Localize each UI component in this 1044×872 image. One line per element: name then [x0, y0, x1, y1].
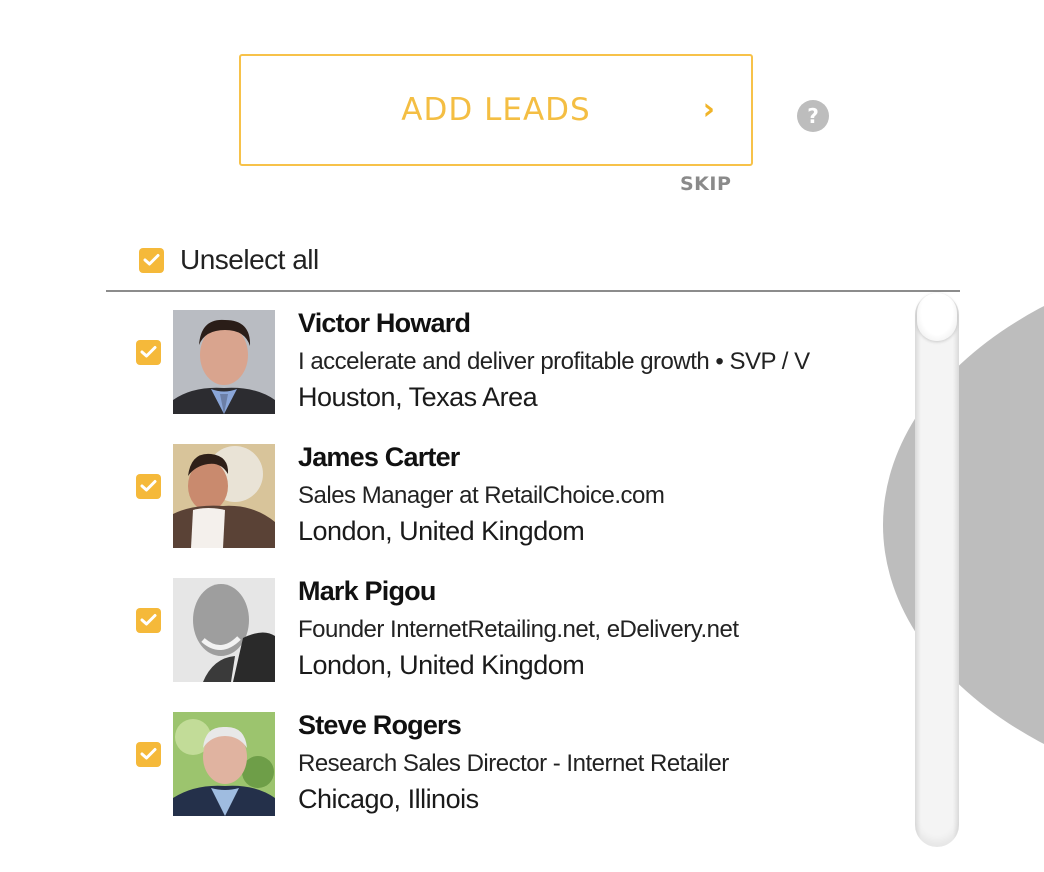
lead-checkbox[interactable] — [136, 608, 161, 633]
lead-checkbox[interactable] — [136, 474, 161, 499]
check-icon — [140, 346, 157, 358]
lead-headline: Sales Manager at RetailChoice.com — [298, 482, 665, 509]
lead-location: Chicago, Illinois — [298, 784, 479, 814]
lead-headline: I accelerate and deliver profitable grow… — [298, 348, 810, 375]
lead-item: Mark Pigou Founder InternetRetailing.net… — [106, 560, 906, 682]
check-icon — [140, 480, 157, 492]
lead-headline: Research Sales Director - Internet Retai… — [298, 750, 729, 777]
lead-location: London, United Kingdom — [298, 516, 585, 546]
lead-name[interactable]: James Carter — [298, 442, 460, 473]
lead-location: Houston, Texas Area — [298, 382, 538, 412]
unselect-all-label[interactable]: Unselect all — [180, 244, 319, 276]
lead-checkbox[interactable] — [136, 742, 161, 767]
check-icon — [140, 748, 157, 760]
lead-item: Victor Howard I accelerate and deliver p… — [106, 292, 906, 414]
scrollbar-thumb[interactable] — [917, 293, 957, 341]
add-leads-button[interactable]: ADD LEADS › — [239, 54, 753, 166]
lead-name[interactable]: Victor Howard — [298, 308, 471, 339]
leads-list: Victor Howard I accelerate and deliver p… — [106, 292, 960, 852]
avatar — [173, 444, 275, 548]
lead-item: James Carter Sales Manager at RetailChoi… — [106, 426, 906, 548]
lead-name[interactable]: Steve Rogers — [298, 710, 462, 741]
skip-link[interactable]: SKIP — [680, 173, 731, 195]
lead-checkbox[interactable] — [136, 340, 161, 365]
lead-headline: Founder InternetRetailing.net, eDelivery… — [298, 616, 739, 643]
check-icon — [143, 254, 160, 266]
add-leads-label: ADD LEADS — [401, 92, 591, 128]
lead-location: London, United Kingdom — [298, 650, 585, 680]
avatar — [173, 712, 275, 816]
avatar — [173, 310, 275, 414]
check-icon — [140, 614, 157, 626]
unselect-all-checkbox[interactable] — [139, 248, 164, 273]
lead-item: Steve Rogers Research Sales Director - I… — [106, 694, 906, 816]
chevron-right-icon: › — [702, 92, 715, 127]
scrollbar-track[interactable] — [915, 293, 959, 847]
lead-name[interactable]: Mark Pigou — [298, 576, 436, 607]
help-icon[interactable]: ? — [797, 100, 829, 132]
avatar — [173, 578, 275, 682]
